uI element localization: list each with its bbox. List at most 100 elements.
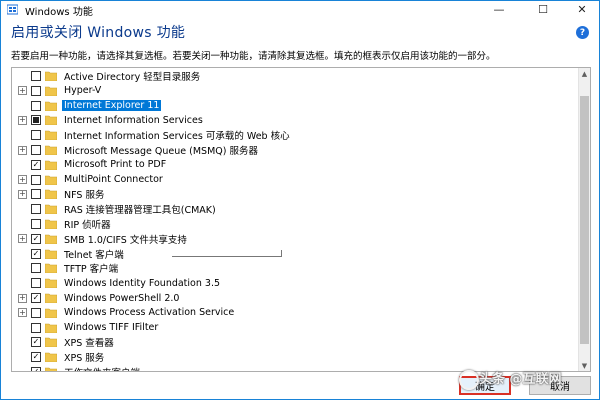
- folder-icon: [45, 101, 57, 111]
- feature-row[interactable]: RIP 侦听器: [12, 217, 572, 231]
- maximize-button[interactable]: ☐: [526, 1, 560, 18]
- folder-icon: [45, 160, 57, 170]
- feature-checkbox[interactable]: [31, 307, 41, 318]
- feature-checkbox[interactable]: ✓: [31, 159, 41, 170]
- feature-row[interactable]: Windows Identity Foundation 3.5: [12, 276, 572, 290]
- feature-row[interactable]: ✓ XPS 服务: [12, 350, 572, 364]
- scroll-up-arrow-icon[interactable]: ▲: [579, 68, 590, 79]
- plus-expander-icon[interactable]: +: [18, 175, 27, 185]
- feature-row[interactable]: Internet Information Services 可承载的 Web 核…: [12, 128, 572, 142]
- feature-row[interactable]: ✓ XPS 查看器: [12, 335, 572, 349]
- feature-label: NFS 服务: [64, 190, 105, 202]
- feature-row[interactable]: + Hyper-V: [12, 84, 572, 98]
- feature-row[interactable]: + MultiPoint Connector: [12, 173, 572, 187]
- feature-checkbox[interactable]: [31, 100, 41, 111]
- feature-row[interactable]: ✓ Telnet 客户端: [12, 247, 572, 261]
- feature-label: Microsoft Message Queue (MSMQ) 服务器: [64, 146, 258, 157]
- feature-row[interactable]: + NFS 服务: [12, 187, 572, 201]
- feature-checkbox[interactable]: ✓: [31, 233, 41, 244]
- feature-row[interactable]: + ✓ Windows PowerShell 2.0: [12, 291, 572, 305]
- feature-checkbox[interactable]: [31, 174, 41, 185]
- folder-icon: [45, 352, 57, 363]
- feature-row[interactable]: TFTP 客户端: [12, 261, 572, 275]
- feature-label: SMB 1.0/CIFS 文件共享支持: [64, 234, 187, 246]
- feature-label: Windows Process Activation Service: [64, 307, 235, 319]
- feature-checkbox[interactable]: [31, 219, 41, 229]
- feature-row[interactable]: + ✓ SMB 1.0/CIFS 文件共享支持: [12, 232, 572, 246]
- expander-spacer: [18, 101, 27, 111]
- feature-checkbox[interactable]: [31, 278, 41, 289]
- feature-label: Windows PowerShell 2.0: [64, 292, 180, 304]
- feature-row[interactable]: ✓ Microsoft Print to PDF: [12, 158, 572, 172]
- vertical-scrollbar[interactable]: ▲ ▼: [578, 68, 590, 371]
- expander-spacer: [18, 263, 27, 273]
- folder-icon: [45, 249, 57, 259]
- folder-icon: [45, 293, 57, 303]
- scrollbar-thumb[interactable]: [580, 96, 589, 344]
- feature-checkbox[interactable]: [31, 263, 41, 274]
- watermark-text: 头条 @互联网: [479, 372, 562, 387]
- windows-features-icon: [7, 4, 18, 15]
- minimize-button[interactable]: —: [482, 1, 516, 18]
- feature-label: Windows Identity Foundation 3.5: [64, 277, 221, 289]
- folder-icon: [45, 308, 57, 318]
- folder-icon: [45, 190, 57, 200]
- expander-spacer: [18, 130, 27, 140]
- feature-checkbox[interactable]: ✓: [31, 337, 41, 348]
- feature-checkbox[interactable]: [31, 85, 41, 96]
- feature-row[interactable]: RAS 连接管理器管理工具包(CMAK): [12, 202, 572, 216]
- feature-checkbox[interactable]: [31, 130, 41, 141]
- feature-label: XPS 服务: [64, 353, 105, 365]
- expander-spacer: [18, 71, 27, 81]
- feature-label: Microsoft Print to PDF: [64, 159, 167, 171]
- expander-spacer: [18, 352, 27, 362]
- plus-expander-icon[interactable]: +: [18, 308, 27, 318]
- watermark-logo-icon: [459, 370, 479, 390]
- help-icon[interactable]: ?: [576, 26, 589, 39]
- plus-expander-icon[interactable]: +: [18, 189, 27, 199]
- feature-checkbox[interactable]: ✓: [31, 248, 41, 259]
- plus-expander-icon[interactable]: +: [18, 86, 27, 96]
- feature-checkbox[interactable]: [31, 115, 41, 126]
- expander-spacer: [18, 278, 27, 288]
- expander-spacer: [18, 337, 27, 347]
- folder-icon: [45, 86, 57, 96]
- feature-checkbox[interactable]: [31, 145, 41, 155]
- feature-checkbox[interactable]: [31, 322, 41, 333]
- feature-label: XPS 查看器: [64, 338, 114, 350]
- folder-icon: [45, 71, 57, 81]
- plus-expander-icon[interactable]: +: [18, 115, 27, 125]
- feature-checkbox[interactable]: ✓: [31, 352, 41, 363]
- feature-row[interactable]: + Microsoft Message Queue (MSMQ) 服务器: [12, 143, 572, 157]
- feature-label: RAS 连接管理器管理工具包(CMAK): [64, 205, 216, 217]
- instructions-text: 若要启用一种功能，请选择其复选框。若要关闭一种功能，请清除其复选框。填充的框表示…: [11, 51, 496, 62]
- page-title: 启用或关闭 Windows 功能: [11, 25, 186, 41]
- expander-spacer: [18, 204, 27, 214]
- plus-expander-icon[interactable]: +: [18, 234, 27, 244]
- feature-checkbox[interactable]: ✓: [31, 293, 41, 303]
- feature-checkbox[interactable]: [31, 189, 41, 200]
- title-bar[interactable]: Windows 功能 — ☐ ✕: [1, 1, 599, 18]
- folder-icon: [45, 234, 57, 244]
- plus-expander-icon[interactable]: +: [18, 293, 27, 303]
- feature-row[interactable]: Windows TIFF IFilter: [12, 321, 572, 335]
- plus-expander-icon[interactable]: +: [18, 145, 27, 155]
- feature-label: Internet Information Services 可承载的 Web 核…: [64, 131, 290, 143]
- folder-icon: [45, 204, 57, 215]
- close-button[interactable]: ✕: [565, 1, 599, 18]
- feature-checkbox[interactable]: [31, 71, 41, 81]
- folder-icon: [45, 175, 57, 185]
- folder-icon: [45, 219, 57, 229]
- feature-row[interactable]: Internet Explorer 11: [12, 99, 572, 113]
- expander-spacer: [18, 219, 27, 229]
- feature-row[interactable]: + Windows Process Activation Service: [12, 306, 572, 320]
- feature-row[interactable]: Active Directory 轻型目录服务: [12, 69, 572, 83]
- feature-row[interactable]: + Internet Information Services: [12, 113, 572, 127]
- scroll-down-arrow-icon[interactable]: ▼: [579, 360, 590, 371]
- folder-icon: [45, 338, 57, 348]
- feature-label: Internet Information Services: [64, 114, 203, 126]
- feature-checkbox[interactable]: [31, 204, 41, 215]
- features-tree[interactable]: ▲ ▼ Active Directory 轻型目录服务 + Hyper-V Inter…: [11, 67, 591, 372]
- expander-spacer: [18, 249, 27, 259]
- feature-label: Windows TIFF IFilter: [64, 322, 159, 334]
